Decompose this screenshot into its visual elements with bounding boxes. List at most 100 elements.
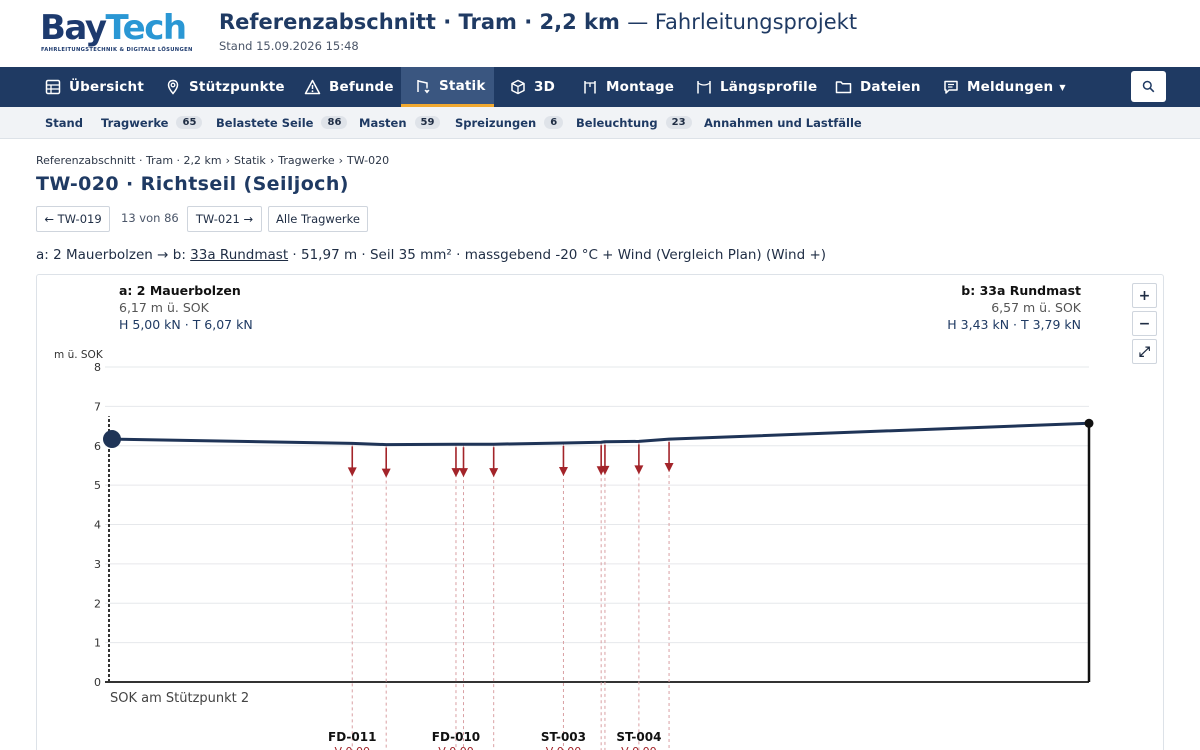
next-tragwerk-button[interactable]: TW-021 → xyxy=(187,206,262,232)
project-title: Referenzabschnitt · Tram · 2,2 km — Fahr… xyxy=(219,10,857,34)
mast-icon xyxy=(584,81,596,94)
load-label: FD-011 xyxy=(328,730,376,744)
count-badge: 65 xyxy=(176,116,203,129)
breadcrumb-tragwerke[interactable]: Tragwerke xyxy=(278,154,334,167)
count-badge: 6 xyxy=(544,116,564,129)
warning-triangle-icon xyxy=(304,79,321,95)
position-indicator: 13 von 86 xyxy=(121,211,179,225)
support-b-point xyxy=(1084,418,1094,428)
breadcrumb-project[interactable]: Referenzabschnitt · Tram · 2,2 km xyxy=(36,154,222,167)
y-tick-label: 0 xyxy=(94,676,101,689)
baytech-logo[interactable]: BayTech FAHRLEITUNGSTECHNIK & DIGITALE L… xyxy=(40,8,192,56)
nav-item-dateien[interactable]: Dateien xyxy=(835,67,921,107)
y-tick-label: 2 xyxy=(94,597,101,610)
nav-label-laengsprofile: Längsprofile xyxy=(720,79,818,95)
load-value: V 0,00 xyxy=(438,745,474,750)
subnav-stand[interactable]: Stand xyxy=(45,107,83,138)
span-summary: a: 2 Mauerbolzen → b: 33a Rundmast · 51,… xyxy=(36,247,826,263)
subnav-label: Belastete Seile xyxy=(216,115,314,130)
sub-nav: Stand Tragwerke 65 Belastete Seile 86 Mast… xyxy=(0,107,1200,139)
search-icon xyxy=(1142,80,1155,93)
support-b-forces: H 3,43 kN · T 3,79 kN xyxy=(947,317,1081,332)
nav-item-uebersicht[interactable]: Übersicht xyxy=(45,67,144,107)
nav-item-statik[interactable]: Statik xyxy=(401,67,494,107)
cable-line xyxy=(108,421,1090,447)
load-arrowhead xyxy=(381,468,391,478)
search-button[interactable] xyxy=(1131,71,1166,102)
breadcrumb-statik[interactable]: Statik xyxy=(234,154,266,167)
prev-tragwerk-button[interactable]: ← TW-019 xyxy=(36,206,110,232)
page-title: TW-020 · Richtseil (Seiljoch) xyxy=(36,173,349,195)
chevron-down-icon: ▼ xyxy=(1059,82,1066,92)
statics-icon xyxy=(417,79,430,94)
map-pin-icon xyxy=(167,79,179,95)
project-title-main: Referenzabschnitt · Tram · 2,2 km xyxy=(219,10,620,34)
summary-suffix: · 51,97 m · Seil 35 mm² · massgebend -20… xyxy=(292,247,827,263)
subnav-annahmen-lastfaelle[interactable]: Annahmen und Lastfälle xyxy=(704,107,862,138)
nav-label-3d: 3D xyxy=(534,79,555,95)
load-value: V 0,00 xyxy=(334,745,370,750)
nav-label-montage: Montage xyxy=(606,79,675,95)
nav-label-befunde: Befunde xyxy=(329,79,394,95)
profile-icon xyxy=(697,81,711,94)
load-arrowhead xyxy=(634,465,644,475)
support-b-title: b: 33a Rundmast xyxy=(961,283,1081,298)
nav-item-befunde[interactable]: Befunde xyxy=(304,67,394,107)
y-tick-label: 4 xyxy=(94,519,101,532)
project-title-suffix: — Fahrleitungsprojekt xyxy=(627,10,858,34)
subnav-spreizungen[interactable]: Spreizungen 6 xyxy=(455,107,564,138)
load-arrowhead xyxy=(558,466,568,476)
zoom-out-button[interactable]: − xyxy=(1132,311,1157,336)
support-b-height: 6,57 m ü. SOK xyxy=(991,300,1082,315)
nav-label-statik: Statik xyxy=(439,77,486,94)
nav-label-dateien: Dateien xyxy=(860,79,921,95)
cube-icon xyxy=(511,79,525,95)
support-a-height: 6,17 m ü. SOK xyxy=(119,300,210,315)
cable-profile-chart[interactable]: 0 1 2 3 4 5 6 7 8m ü. SOK SOK am Stützpunkt 2 FD-0… xyxy=(37,275,1165,750)
load-arrowhead xyxy=(459,468,469,478)
load-arrowhead xyxy=(347,467,357,477)
subnav-belastete-seile[interactable]: Belastete Seile 86 xyxy=(216,107,348,138)
support-a-forces: H 5,00 kN · T 6,07 kN xyxy=(119,317,253,332)
breadcrumb-current: TW-020 xyxy=(347,154,390,167)
load-arrowhead xyxy=(451,468,461,478)
folder-icon xyxy=(835,81,852,94)
load-arrowhead xyxy=(664,463,674,473)
load-value: V 0,00 xyxy=(546,745,582,750)
subnav-label: Masten xyxy=(359,115,407,130)
load-label: ST-004 xyxy=(616,730,661,744)
load-label: ST-003 xyxy=(541,730,586,744)
all-tragwerke-button[interactable]: Alle Tragwerke xyxy=(268,206,368,232)
subnav-beleuchtung[interactable]: Beleuchtung 23 xyxy=(576,107,692,138)
message-icon xyxy=(944,80,958,94)
mast-link[interactable]: 33a Rundmast xyxy=(190,247,288,263)
load-value: V 0,00 xyxy=(621,745,657,750)
nav-label-uebersicht: Übersicht xyxy=(69,79,144,95)
subnav-tragwerke[interactable]: Tragwerke 65 xyxy=(101,107,203,138)
baseline-label: SOK am Stützpunkt 2 xyxy=(110,691,249,706)
fit-view-button[interactable]: ⤢ xyxy=(1132,339,1157,364)
nav-item-laengsprofile[interactable]: Längsprofile xyxy=(696,67,817,107)
nav-item-3d[interactable]: 3D xyxy=(510,67,555,107)
y-tick-label: 7 xyxy=(94,400,101,413)
subnav-label: Annahmen und Lastfälle xyxy=(704,115,862,130)
subnav-masten[interactable]: Masten 59 xyxy=(359,107,441,138)
nav-item-montage[interactable]: Montage xyxy=(582,67,674,107)
y-tick-label: 6 xyxy=(94,440,101,453)
support-a-point xyxy=(103,430,121,449)
nav-item-stuetzpunkte[interactable]: Stützpunkte xyxy=(165,67,285,107)
breadcrumb: Referenzabschnitt · Tram · 2,2 km › Statik… xyxy=(36,154,390,167)
count-badge: 23 xyxy=(665,116,692,129)
nav-item-meldungen[interactable]: Meldungen ▼ xyxy=(943,67,1066,107)
y-tick-label: 8 xyxy=(94,361,101,374)
y-tick-label: 3 xyxy=(94,558,101,571)
logo-text-tech: Tech xyxy=(105,8,187,48)
count-badge: 86 xyxy=(321,116,348,129)
count-badge: 59 xyxy=(414,116,441,129)
nav-label-stuetzpunkte: Stützpunkte xyxy=(189,79,285,95)
zoom-in-button[interactable]: + xyxy=(1132,283,1157,308)
app-header: BayTech FAHRLEITUNGSTECHNIK & DIGITALE L… xyxy=(0,0,1200,67)
support-a-title: a: 2 Mauerbolzen xyxy=(119,283,241,298)
subnav-label: Stand xyxy=(45,115,83,130)
logo-text-bay: Bay xyxy=(40,8,107,48)
